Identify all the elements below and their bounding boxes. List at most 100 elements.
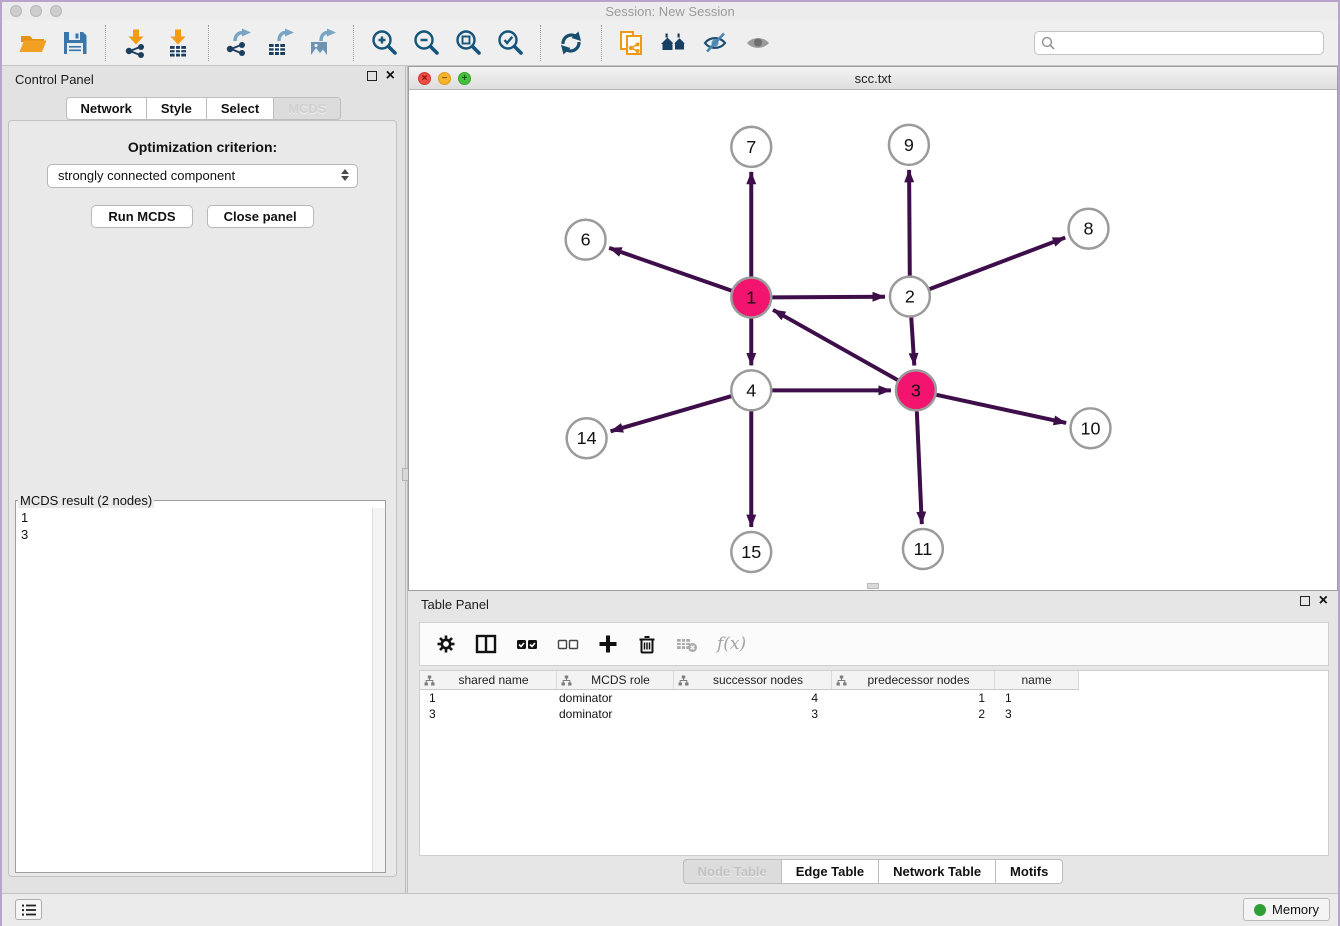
open-file-icon[interactable]	[18, 28, 48, 58]
table-row[interactable]: 3 dominator 3 2 3	[420, 706, 1328, 722]
float-table-panel-icon[interactable]	[1300, 596, 1310, 606]
graph-edge-2-9[interactable]	[909, 170, 910, 276]
export-network-icon[interactable]	[224, 28, 254, 58]
table-row[interactable]: 1 dominator 4 1 1	[420, 690, 1328, 706]
zoom-selected-icon[interactable]	[495, 28, 525, 58]
delete-column-trash-icon[interactable]	[637, 634, 657, 654]
graph-node-label: 11	[914, 539, 933, 559]
control-panel-header: Control Panel ×	[2, 66, 405, 92]
cell-shared-name[interactable]: 1	[420, 691, 557, 705]
result-scrollbar[interactable]	[372, 508, 385, 872]
select-all-checkboxes-icon[interactable]	[516, 634, 538, 654]
graph-edge-2-3[interactable]	[911, 317, 914, 365]
show-panel-eye-icon[interactable]	[743, 28, 773, 58]
mcds-panel: Optimization criterion: strongly connect…	[8, 120, 397, 877]
tab-node-table[interactable]: Node Table	[683, 859, 781, 884]
horizontal-splitter-grip[interactable]	[867, 583, 879, 589]
column-type-icon	[836, 675, 847, 686]
optimization-criterion-select[interactable]: strongly connected component	[47, 164, 358, 188]
cell-successor-nodes[interactable]: 4	[674, 691, 832, 705]
column-type-icon	[424, 675, 435, 686]
cell-mcds-role[interactable]: dominator	[557, 691, 674, 705]
import-table-icon[interactable]	[163, 28, 193, 58]
toolbar-separator	[105, 25, 106, 61]
graph-edge-4-14[interactable]	[611, 396, 732, 431]
hide-panel-eye-icon[interactable]	[701, 28, 731, 58]
tab-mcds[interactable]: MCDS	[273, 97, 341, 120]
memory-label: Memory	[1272, 902, 1319, 917]
table-panel: Table Panel ×	[408, 591, 1338, 893]
zoom-in-icon[interactable]	[369, 28, 399, 58]
app-window: Session: New Session	[0, 0, 1340, 926]
deselect-all-checkboxes-icon[interactable]	[557, 634, 579, 654]
column-layout-icon[interactable]	[475, 634, 497, 654]
close-panel-button[interactable]: Close panel	[207, 205, 314, 228]
column-header-successor-nodes[interactable]: successor nodes	[674, 671, 832, 690]
result-line: 1	[21, 509, 366, 526]
network-view-window: × − + scc.txt 7968124314101511	[408, 66, 1338, 591]
toolbar-separator	[601, 25, 602, 61]
graph-edge-3-11[interactable]	[917, 411, 922, 524]
graph-edge-1-6[interactable]	[609, 248, 731, 291]
tab-network[interactable]: Network	[66, 97, 146, 120]
graph-node-label: 3	[911, 380, 921, 400]
column-header-mcds-role[interactable]: MCDS role	[557, 671, 674, 690]
column-type-icon	[678, 675, 689, 686]
zoom-fit-icon[interactable]	[453, 28, 483, 58]
cyndex-houses-icon[interactable]	[659, 28, 689, 58]
column-header-name[interactable]: name	[995, 671, 1079, 690]
toolbar-separator	[540, 25, 541, 61]
graph-edge-1-2[interactable]	[772, 297, 885, 298]
delete-table-icon-disabled	[676, 634, 698, 654]
graph-node-label: 4	[746, 380, 756, 400]
cell-successor-nodes[interactable]: 3	[674, 707, 832, 721]
column-header-predecessor-nodes[interactable]: predecessor nodes	[832, 671, 995, 690]
search-input[interactable]	[1034, 31, 1324, 55]
function-builder-icon-disabled: f(x)	[717, 634, 746, 654]
zoom-out-icon[interactable]	[411, 28, 441, 58]
graph-edge-3-10[interactable]	[936, 395, 1066, 423]
toolbar-separator	[353, 25, 354, 61]
table-header-row: shared name MCDS role successor nodes pr…	[420, 671, 1328, 690]
network-canvas[interactable]: 7968124314101511	[409, 90, 1337, 590]
network-document-icon[interactable]	[617, 28, 647, 58]
tab-network-table[interactable]: Network Table	[878, 859, 995, 884]
cell-shared-name[interactable]: 3	[420, 707, 557, 721]
settings-gear-icon[interactable]	[436, 634, 456, 654]
table-tabs: Node Table Edge Table Network Table Moti…	[408, 859, 1338, 884]
search-icon	[1041, 36, 1055, 50]
memory-button[interactable]: Memory	[1243, 898, 1330, 921]
column-header-shared-name[interactable]: shared name	[420, 671, 557, 690]
task-history-button[interactable]	[15, 899, 42, 920]
cell-name[interactable]: 1	[995, 691, 1079, 705]
float-panel-icon[interactable]	[367, 71, 377, 81]
close-table-panel-icon[interactable]: ×	[1319, 596, 1328, 606]
cell-predecessor-nodes[interactable]: 1	[832, 691, 995, 705]
tab-motifs[interactable]: Motifs	[995, 859, 1063, 884]
cell-name[interactable]: 3	[995, 707, 1079, 721]
optimization-criterion-label: Optimization criterion:	[9, 139, 396, 155]
graph-edge-3-1[interactable]	[773, 310, 898, 380]
graph-node-label: 8	[1084, 219, 1094, 239]
toolbar-separator	[208, 25, 209, 61]
export-table-icon[interactable]	[266, 28, 296, 58]
table-toolbar: f(x)	[419, 622, 1329, 666]
add-column-icon[interactable]	[598, 634, 618, 654]
network-window-titlebar: × − + scc.txt	[409, 67, 1337, 90]
cell-predecessor-nodes[interactable]: 2	[832, 707, 995, 721]
network-graph: 7968124314101511	[409, 90, 1337, 590]
refresh-icon[interactable]	[556, 28, 586, 58]
tab-style[interactable]: Style	[146, 97, 206, 120]
export-image-icon[interactable]	[308, 28, 338, 58]
run-mcds-button[interactable]: Run MCDS	[91, 205, 192, 228]
window-title: Session: New Session	[2, 4, 1338, 19]
tab-edge-table[interactable]: Edge Table	[781, 859, 878, 884]
tab-select[interactable]: Select	[206, 97, 273, 120]
window-titlebar: Session: New Session	[2, 2, 1338, 20]
save-session-icon[interactable]	[60, 28, 90, 58]
cell-mcds-role[interactable]: dominator	[557, 707, 674, 721]
graph-edge-2-8[interactable]	[930, 238, 1066, 290]
close-panel-icon[interactable]: ×	[386, 71, 395, 81]
mcds-result-text: 1 3	[16, 508, 371, 872]
import-network-icon[interactable]	[121, 28, 151, 58]
